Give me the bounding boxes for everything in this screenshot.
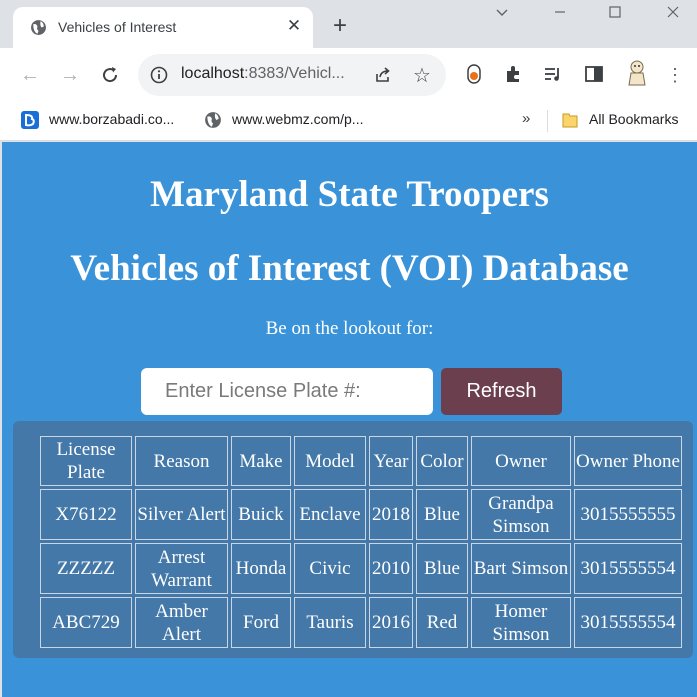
cell-color: Red	[416, 597, 468, 648]
bookmark-label: www.borzabadi.co...	[49, 111, 175, 127]
header-make: Make	[231, 436, 291, 486]
table-row: ABC729 Amber Alert Ford Tauris 2016 Red …	[40, 597, 682, 648]
cell-reason: Amber Alert	[135, 597, 228, 648]
extensions-puzzle-icon[interactable]	[503, 63, 525, 85]
media-queue-icon[interactable]	[542, 63, 564, 85]
globe-icon	[205, 112, 221, 129]
extension-record-icon[interactable]	[463, 63, 485, 85]
cell-color: Blue	[416, 489, 468, 540]
minimize-icon[interactable]	[549, 4, 571, 26]
page-viewport: Maryland State Troopers Vehicles of Inte…	[2, 142, 697, 697]
maximize-icon[interactable]	[604, 4, 626, 26]
browser-toolbar: ← → localhost:8383/Vehicl... ☆ ⋮	[0, 48, 697, 102]
tab-strip: Vehicles of Interest ✕ +	[0, 0, 697, 48]
header-owner-phone: Owner Phone	[574, 436, 682, 486]
cell-license-plate: ZZZZZ	[40, 543, 132, 594]
browser-tab[interactable]: Vehicles of Interest ✕	[13, 7, 313, 48]
cell-owner-phone: 3015555554	[574, 597, 682, 648]
header-reason: Reason	[135, 436, 228, 486]
header-model: Model	[294, 436, 366, 486]
reload-icon[interactable]	[97, 62, 123, 88]
cell-owner: Bart Simson	[471, 543, 571, 594]
bookmark-label: www.webmz.com/p...	[232, 111, 364, 127]
cell-make: Honda	[231, 543, 291, 594]
cell-license-plate: X76122	[40, 489, 132, 540]
menu-kebab-icon[interactable]: ⋮	[662, 62, 688, 88]
cell-color: Blue	[416, 543, 468, 594]
globe-icon	[31, 20, 46, 35]
url-text[interactable]: localhost:8383/Vehicl...	[181, 65, 345, 83]
site-info-icon[interactable]	[150, 66, 168, 84]
page-title: Maryland State Troopers	[150, 174, 549, 215]
folder-icon	[562, 113, 578, 128]
forward-arrow-icon[interactable]: →	[57, 62, 83, 88]
table-row: X76122 Silver Alert Buick Enclave 2018 B…	[40, 489, 682, 540]
all-bookmarks-button[interactable]: All Bookmarks	[561, 111, 678, 131]
page-subtitle: Vehicles of Interest (VOI) Database	[70, 248, 629, 289]
cell-model: Enclave	[294, 489, 366, 540]
bookmarks-overflow-button[interactable]: »	[522, 110, 530, 127]
url-host: localhost	[181, 65, 245, 82]
voi-table-panel: License Plate Reason Make Model Year Col…	[13, 421, 693, 658]
tab-title: Vehicles of Interest	[58, 19, 177, 35]
bookmarks-divider	[547, 110, 548, 132]
header-owner: Owner	[471, 436, 571, 486]
table-header-row: License Plate Reason Make Model Year Col…	[40, 436, 682, 486]
header-color: Color	[416, 436, 468, 486]
cell-year: 2018	[369, 489, 413, 540]
back-arrow-icon[interactable]: ←	[17, 62, 43, 88]
cell-owner-phone: 3015555555	[574, 489, 682, 540]
side-panel-icon[interactable]	[583, 63, 605, 85]
cell-owner: Grandpa Simson	[471, 489, 571, 540]
share-icon[interactable]	[373, 65, 393, 85]
bookmark-star-icon[interactable]: ☆	[413, 63, 431, 88]
chevron-down-icon[interactable]	[491, 4, 513, 26]
cell-year: 2016	[369, 597, 413, 648]
bookmark-borzabadi[interactable]: www.borzabadi.co...	[21, 111, 174, 131]
header-year: Year	[369, 436, 413, 486]
close-window-icon[interactable]	[662, 4, 684, 26]
all-bookmarks-label: All Bookmarks	[589, 111, 679, 127]
cell-make: Ford	[231, 597, 291, 648]
profile-avatar-icon[interactable]	[624, 59, 650, 87]
cell-year: 2010	[369, 543, 413, 594]
bookmark-site-icon	[21, 111, 39, 130]
cell-model: Civic	[294, 543, 366, 594]
bookmarks-bar: www.borzabadi.co... www.webmz.com/p... »…	[0, 102, 697, 141]
url-rest: :8383/Vehicl...	[244, 65, 345, 82]
tab-close-icon[interactable]: ✕	[285, 17, 303, 35]
cell-make: Buick	[231, 489, 291, 540]
cell-owner-phone: 3015555554	[574, 543, 682, 594]
voi-table: License Plate Reason Make Model Year Col…	[37, 433, 685, 651]
table-row: ZZZZZ Arrest Warrant Honda Civic 2010 Bl…	[40, 543, 682, 594]
cell-license-plate: ABC729	[40, 597, 132, 648]
header-license-plate: License Plate	[40, 436, 132, 486]
bookmark-webmz[interactable]: www.webmz.com/p...	[204, 111, 363, 131]
address-bar[interactable]: localhost:8383/Vehicl... ☆	[138, 54, 446, 96]
new-tab-button[interactable]: +	[329, 14, 351, 38]
cell-reason: Arrest Warrant	[135, 543, 228, 594]
lookout-label: Be on the lookout for:	[265, 318, 434, 339]
refresh-button[interactable]: Refresh	[441, 368, 562, 415]
cell-owner: Homer Simson	[471, 597, 571, 648]
license-plate-input[interactable]	[141, 368, 433, 415]
cell-model: Tauris	[294, 597, 366, 648]
cell-reason: Silver Alert	[135, 489, 228, 540]
